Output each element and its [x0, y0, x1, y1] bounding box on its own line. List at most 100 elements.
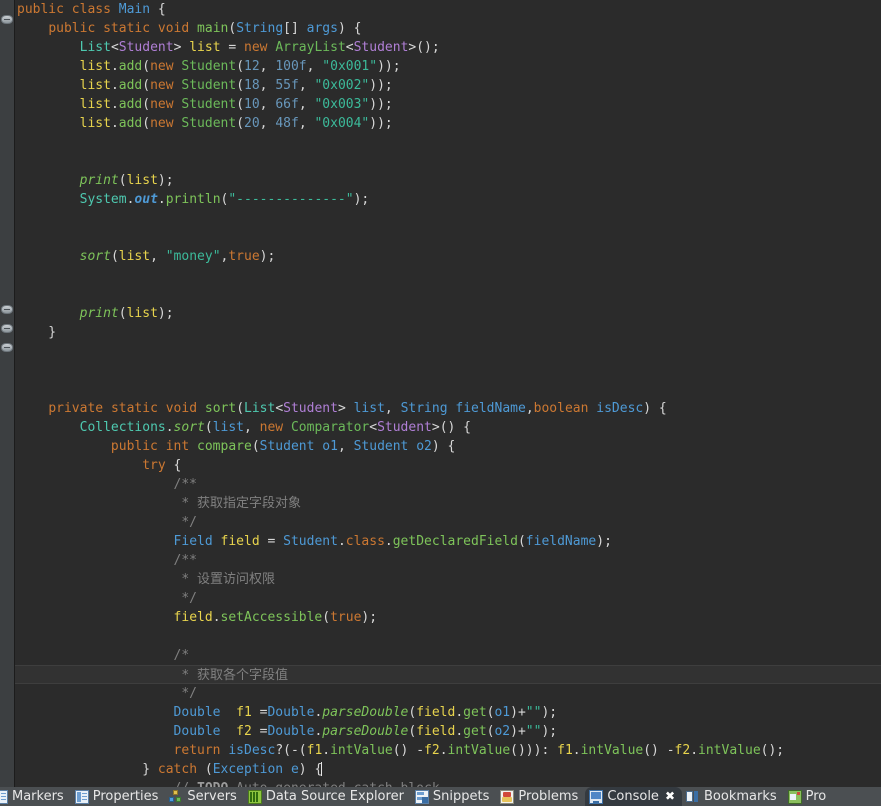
code-line[interactable]: * 设置访问权限	[15, 570, 881, 589]
code-token: list	[127, 306, 158, 321]
code-line[interactable]: }	[15, 323, 881, 342]
code-line[interactable]: /*	[15, 646, 881, 665]
code-token: =	[252, 705, 268, 720]
code-line[interactable]: List<Student> list = new ArrayList<Stude…	[15, 38, 881, 57]
code-line[interactable]	[15, 361, 881, 380]
code-line[interactable]: public int compare(Student o1, Student o…	[15, 437, 881, 456]
code-token	[17, 743, 174, 758]
code-line[interactable]: Collections.sort(list, new Comparator<St…	[15, 418, 881, 437]
code-token: add	[119, 78, 142, 93]
code-line[interactable]: // TODO Auto-generated catch block	[15, 779, 881, 787]
code-token: new	[150, 116, 173, 131]
code-line[interactable]: System.out.println("--------------");	[15, 190, 881, 209]
code-line[interactable]: list.add(new Student(18, 55f, "0x002"));	[15, 76, 881, 95]
close-icon[interactable]: ✖	[663, 787, 675, 806]
code-token: ""	[526, 724, 542, 739]
code-line[interactable]	[15, 133, 881, 152]
view-tab-servers[interactable]: Servers	[165, 787, 243, 806]
code-token: (	[236, 401, 244, 416]
code-line[interactable]: Field field = Student.class.getDeclaredF…	[15, 532, 881, 551]
code-line[interactable]: } catch (Exception e) {	[15, 760, 881, 779]
code-token: setAccessible	[221, 610, 323, 625]
code-line[interactable]: * 获取指定字段对象	[15, 494, 881, 513]
code-token: true	[228, 249, 259, 264]
code-token: 66f	[275, 97, 298, 112]
view-tab-pro[interactable]: Pro	[784, 787, 834, 806]
text-caret	[321, 762, 322, 776]
code-line[interactable]: list.add(new Student(12, 100f, "0x001"))…	[15, 57, 881, 76]
code-token: sort	[205, 401, 236, 416]
code-line[interactable]: Double f1 =Double.parseDouble(field.get(…	[15, 703, 881, 722]
view-tab-label: Data Source Explorer	[266, 787, 404, 806]
editor-gutter[interactable]	[0, 0, 14, 787]
code-token: .	[213, 610, 221, 625]
code-token: new	[150, 78, 173, 93]
code-line[interactable]: */	[15, 684, 881, 703]
bottom-view-tabbar[interactable]: MarkersPropertiesServers Data Source Expl…	[0, 787, 881, 806]
code-token: ,	[150, 249, 166, 264]
markers-icon	[0, 790, 8, 804]
code-token: f2	[424, 743, 440, 758]
code-token: "0x002"	[314, 78, 369, 93]
code-line[interactable]	[15, 342, 881, 361]
code-token: );	[260, 249, 276, 264]
code-line[interactable]	[15, 209, 881, 228]
code-token: .	[690, 743, 698, 758]
code-line[interactable]: public class Main {	[15, 0, 881, 19]
code-line[interactable]	[15, 152, 881, 171]
code-token	[95, 21, 103, 36]
fold-marker[interactable]	[1, 324, 13, 333]
code-line[interactable]	[15, 228, 881, 247]
code-line[interactable]	[15, 266, 881, 285]
code-token: ,	[260, 116, 276, 131]
code-token: <	[275, 401, 283, 416]
code-line[interactable]: print(list);	[15, 304, 881, 323]
fold-marker[interactable]	[1, 343, 13, 352]
code-line[interactable]: * 获取各个字段值	[15, 665, 881, 684]
code-line[interactable]	[15, 627, 881, 646]
view-tab-snippets[interactable]: Snippets	[411, 787, 496, 806]
fold-marker[interactable]	[1, 15, 13, 24]
view-tab-data-source-explorer[interactable]: Data Source Explorer	[244, 787, 411, 806]
code-token: .	[338, 534, 346, 549]
code-token: (	[236, 97, 244, 112]
code-line[interactable]: /**	[15, 475, 881, 494]
code-line[interactable]: /**	[15, 551, 881, 570]
view-tab-problems[interactable]: Problems	[496, 787, 585, 806]
code-line[interactable]: */	[15, 513, 881, 532]
code-token: ) {	[338, 21, 361, 36]
code-line[interactable]: sort(list, "money",true);	[15, 247, 881, 266]
code-line[interactable]: list.add(new Student(10, 66f, "0x003"));	[15, 95, 881, 114]
code-token	[17, 420, 80, 435]
code-line[interactable]: private static void sort(List<Student> l…	[15, 399, 881, 418]
code-line[interactable]: */	[15, 589, 881, 608]
code-token: intValue	[581, 743, 644, 758]
code-line[interactable]: return isDesc?(-(f1.intValue() -f2.intVa…	[15, 741, 881, 760]
code-token: ();	[761, 743, 784, 758]
code-line[interactable]: field.setAccessible(true);	[15, 608, 881, 627]
code-line[interactable]	[15, 380, 881, 399]
view-tab-properties[interactable]: Properties	[71, 787, 166, 806]
code-line[interactable]: list.add(new Student(20, 48f, "0x004"));	[15, 114, 881, 133]
code-line[interactable]: public static void main(String[] args) {	[15, 19, 881, 38]
code-line[interactable]: Double f2 =Double.parseDouble(field.get(…	[15, 722, 881, 741]
code-line[interactable]: try {	[15, 456, 881, 475]
code-token: f1	[307, 743, 323, 758]
view-tab-console[interactable]: Console✖	[585, 787, 682, 806]
view-tab-label: Pro	[806, 787, 827, 806]
view-tab-bookmarks[interactable]: Bookmarks	[682, 787, 784, 806]
code-token: ));	[369, 97, 392, 112]
code-token: .	[158, 192, 166, 207]
code-text-area[interactable]: public class Main { public static void m…	[15, 0, 881, 787]
code-token: o1	[322, 439, 338, 454]
code-token: Double	[174, 724, 221, 739]
code-token: (	[142, 78, 150, 93]
code-token	[17, 59, 80, 74]
view-tab-markers[interactable]: Markers	[0, 787, 71, 806]
java-editor[interactable]: public class Main { public static void m…	[0, 0, 881, 806]
fold-marker[interactable]	[1, 305, 13, 314]
code-line[interactable]	[15, 285, 881, 304]
code-line[interactable]: print(list);	[15, 171, 881, 190]
code-token: field	[174, 610, 213, 625]
code-token: sort	[174, 420, 205, 435]
